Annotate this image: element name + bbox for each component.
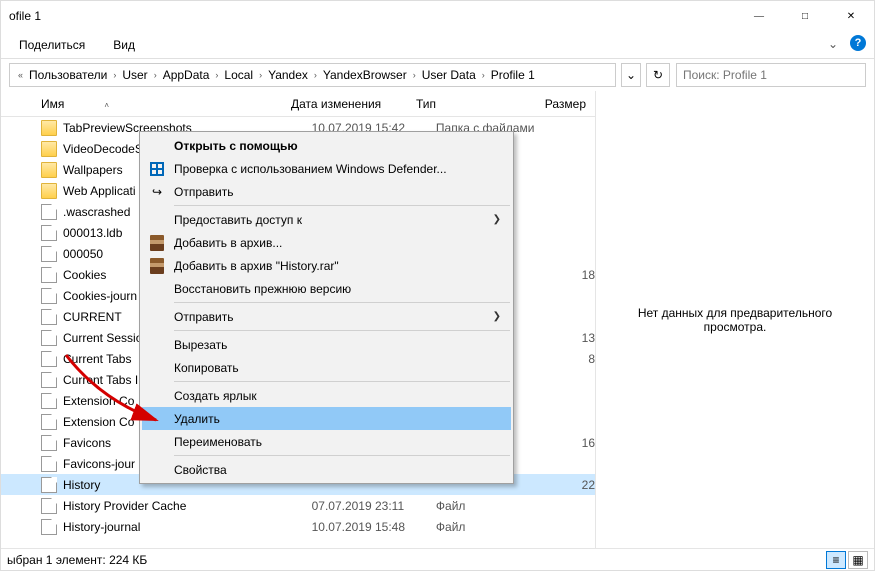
breadcrumb-item[interactable]: Local — [222, 68, 255, 82]
chevron-right-icon: ❯ — [493, 214, 501, 225]
breadcrumb-item[interactable]: Profile 1 — [489, 68, 537, 82]
cm-separator — [174, 302, 510, 303]
table-row[interactable]: History-journal10.07.2019 15:48Файл — [1, 516, 595, 537]
breadcrumb-item[interactable]: User Data — [420, 68, 478, 82]
sort-asc-icon: ˄ — [104, 101, 109, 110]
breadcrumb-item[interactable]: AppData — [161, 68, 212, 82]
file-size: 8 — [555, 352, 595, 366]
cm-defender[interactable]: Проверка с использованием Windows Defend… — [142, 157, 511, 180]
cm-delete[interactable]: Удалить — [142, 407, 511, 430]
cm-add-archive[interactable]: Добавить в архив... — [142, 231, 511, 254]
file-icon — [41, 246, 57, 262]
preview-empty-text: Нет данных для предварительного просмотр… — [612, 306, 858, 334]
defender-icon — [148, 160, 166, 178]
file-icon — [41, 477, 57, 493]
cm-cut[interactable]: Вырезать — [142, 333, 511, 356]
file-date: 10.07.2019 15:48 — [312, 520, 436, 534]
folder-icon — [41, 120, 57, 136]
file-icon — [41, 414, 57, 430]
refresh-button[interactable]: ↻ — [646, 63, 670, 87]
cm-separator — [174, 330, 510, 331]
breadcrumb-item[interactable]: Пользователи — [27, 68, 109, 82]
maximize-button[interactable]: □ — [782, 1, 828, 31]
breadcrumb[interactable]: « Пользователи› User› AppData› Local› Ya… — [9, 63, 616, 87]
archive-icon — [148, 234, 166, 252]
file-icon — [41, 204, 57, 220]
file-type: Файл — [436, 499, 555, 513]
folder-icon — [41, 162, 57, 178]
file-name: History Provider Cache — [63, 499, 312, 513]
view-icons-button[interactable]: ▦ — [848, 551, 868, 569]
cm-share[interactable]: ↪Отправить — [142, 180, 511, 203]
share-icon: ↪ — [148, 183, 166, 201]
cm-separator — [174, 205, 510, 206]
view-details-button[interactable]: ≡ — [826, 551, 846, 569]
file-type: Файл — [436, 520, 555, 534]
close-button[interactable]: ✕ — [828, 1, 874, 31]
file-icon — [41, 267, 57, 283]
window-controls: — □ ✕ — [736, 1, 874, 31]
file-icon — [41, 309, 57, 325]
table-row[interactable]: History Provider Cache07.07.2019 23:11Фа… — [1, 495, 595, 516]
breadcrumb-item[interactable]: YandexBrowser — [321, 68, 409, 82]
archive-icon — [148, 257, 166, 275]
file-icon — [41, 456, 57, 472]
file-icon — [41, 288, 57, 304]
status-text: ыбран 1 элемент: 224 КБ — [7, 553, 147, 567]
status-bar: ыбран 1 элемент: 224 КБ ≡ ▦ — [1, 548, 874, 570]
preview-pane: Нет данных для предварительного просмотр… — [596, 91, 874, 548]
minimize-button[interactable]: — — [736, 1, 782, 31]
breadcrumb-dropdown-icon[interactable]: ⌄ — [621, 63, 641, 87]
file-icon — [41, 498, 57, 514]
file-icon — [41, 435, 57, 451]
file-icon — [41, 372, 57, 388]
breadcrumb-item[interactable]: Yandex — [266, 68, 310, 82]
file-icon — [41, 393, 57, 409]
file-date: 07.07.2019 23:11 — [312, 499, 436, 513]
cm-separator — [174, 381, 510, 382]
file-size: 13 — [555, 331, 595, 345]
cm-open-with[interactable]: Открыть с помощью — [142, 134, 511, 157]
cm-send-to[interactable]: Отправить❯ — [142, 305, 511, 328]
file-icon — [41, 351, 57, 367]
col-name: Имя˄ — [41, 97, 291, 111]
col-type[interactable]: Тип — [416, 97, 536, 111]
ribbon: Поделиться Вид ⌄ ? — [1, 31, 874, 59]
search-input[interactable] — [676, 63, 866, 87]
file-icon — [41, 519, 57, 535]
file-size: 18 — [555, 268, 595, 282]
ribbon-tab-share[interactable]: Поделиться — [19, 34, 85, 58]
file-name: History-journal — [63, 520, 312, 534]
file-size: 16 — [555, 436, 595, 450]
cm-shortcut[interactable]: Создать ярлык — [142, 384, 511, 407]
cm-properties[interactable]: Свойства — [142, 458, 511, 481]
cm-restore[interactable]: Восстановить прежнюю версию — [142, 277, 511, 300]
cm-separator — [174, 455, 510, 456]
cm-copy[interactable]: Копировать — [142, 356, 511, 379]
chevron-right-icon: ❯ — [493, 311, 501, 322]
folder-icon — [41, 183, 57, 199]
breadcrumb-back-icon[interactable]: « — [14, 70, 27, 80]
file-size: 22 — [555, 478, 595, 492]
window-title: ofile 1 — [9, 9, 41, 23]
context-menu: Открыть с помощью Проверка с использован… — [139, 131, 514, 484]
breadcrumb-item[interactable]: User — [120, 68, 149, 82]
cm-rename[interactable]: Переименовать — [142, 430, 511, 453]
ribbon-expand-icon[interactable]: ⌄ — [828, 37, 838, 51]
nav-bar: « Пользователи› User› AppData› Local› Ya… — [1, 59, 874, 91]
cm-add-history-rar[interactable]: Добавить в архив "History.rar" — [142, 254, 511, 277]
ribbon-tab-view[interactable]: Вид — [113, 34, 135, 58]
folder-icon — [41, 141, 57, 157]
column-headers[interactable]: Имя˄ Дата изменения Тип Размер — [1, 91, 595, 117]
cm-share-access[interactable]: Предоставить доступ к❯ — [142, 208, 511, 231]
col-size[interactable]: Размер — [536, 97, 586, 111]
col-date[interactable]: Дата изменения — [291, 97, 416, 111]
title-bar: ofile 1 — □ ✕ — [1, 1, 874, 31]
file-icon — [41, 225, 57, 241]
file-icon — [41, 330, 57, 346]
help-icon[interactable]: ? — [850, 35, 866, 51]
